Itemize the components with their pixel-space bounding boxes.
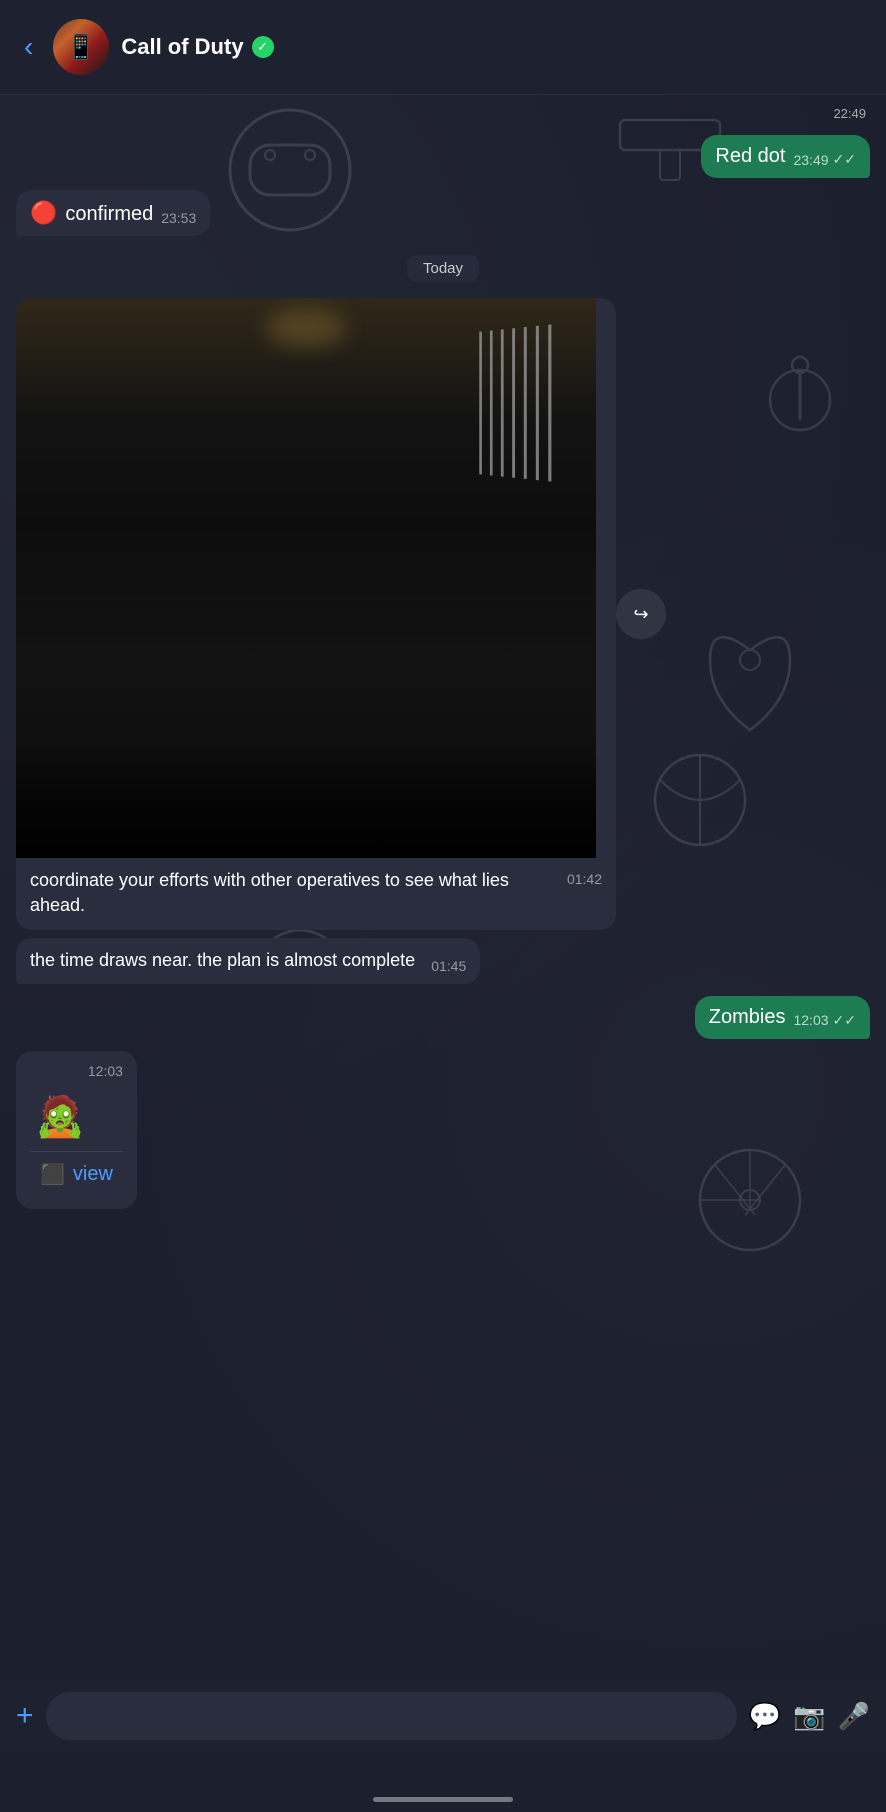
message-input[interactable] bbox=[46, 1692, 737, 1740]
bubble-time-confirmed: 23:53 bbox=[161, 210, 196, 226]
image-caption: 01:42 coordinate your efforts with other… bbox=[16, 858, 616, 930]
bubble-text-confirmed: confirmed bbox=[65, 203, 153, 226]
external-link-icon: ⬛ bbox=[40, 1162, 65, 1187]
home-indicator bbox=[373, 1797, 513, 1802]
share-icon: ↪ bbox=[633, 604, 648, 625]
bubble-red-dot: Red dot 23:49 ✓✓ bbox=[701, 135, 870, 178]
view-label[interactable]: view bbox=[73, 1163, 113, 1186]
msg-plan: the time draws near. the plan is almost … bbox=[16, 938, 870, 983]
mic-button[interactable]: 🎤 bbox=[838, 1701, 870, 1732]
avatar-image: 📱 bbox=[53, 19, 109, 75]
old-timestamp: 22:49 bbox=[16, 105, 870, 123]
double-check-red-dot: ✓✓ bbox=[833, 151, 856, 168]
plan-time: 01:45 bbox=[431, 958, 466, 974]
chat-title: Call of Duty bbox=[121, 34, 243, 60]
image-caption-text: coordinate your efforts with other opera… bbox=[30, 870, 509, 915]
bubble-meta-plan: 01:45 bbox=[431, 958, 466, 974]
date-label: Today bbox=[407, 255, 479, 282]
view-link[interactable]: ⬛ view bbox=[30, 1151, 123, 1197]
image-message-container: 01:42 coordinate your efforts with other… bbox=[16, 298, 616, 930]
bubble-confirmed: 🔴 confirmed 23:53 bbox=[16, 190, 210, 236]
message-image[interactable] bbox=[16, 298, 596, 858]
check-icon: ✓ bbox=[257, 39, 268, 55]
image-time: 01:42 bbox=[567, 870, 602, 890]
date-divider: Today bbox=[16, 260, 870, 278]
back-button[interactable]: ‹ bbox=[16, 23, 41, 71]
double-check-zombies: ✓✓ bbox=[833, 1012, 856, 1029]
header-title-area: Call of Duty ✓ bbox=[121, 34, 870, 60]
bubble-meta-red-dot: 23:49 ✓✓ bbox=[793, 151, 856, 168]
verified-badge: ✓ bbox=[252, 36, 274, 58]
emoji-button[interactable]: 💬 bbox=[749, 1701, 781, 1732]
bubble-plan: the time draws near. the plan is almost … bbox=[16, 938, 480, 983]
msg-image-wrapper: 01:42 coordinate your efforts with other… bbox=[16, 298, 616, 930]
zombies-time: 12:03 bbox=[793, 1012, 828, 1028]
input-bar: + 💬 📷 🎤 bbox=[0, 1680, 886, 1752]
chat-area: 22:49 Red dot 23:49 ✓✓ 🔴 confirmed 23:53… bbox=[0, 95, 886, 1223]
bubble-meta-confirmed: 23:53 bbox=[161, 210, 196, 226]
bubble-zombies: Zombies 12:03 ✓✓ bbox=[695, 996, 870, 1039]
sticker-time: 12:03 bbox=[88, 1063, 123, 1079]
bubble-meta-zombies: 12:03 ✓✓ bbox=[793, 1012, 856, 1029]
plan-text: the time draws near. the plan is almost … bbox=[30, 948, 415, 973]
msg-sticker: 12:03 🧟 ⬛ view bbox=[16, 1051, 870, 1209]
bubble-text-red-dot: Red dot bbox=[715, 145, 785, 168]
avatar: 📱 bbox=[53, 19, 109, 75]
sticker-container: 12:03 🧟 ⬛ view bbox=[16, 1051, 137, 1209]
sticker-header: 12:03 bbox=[30, 1063, 123, 1079]
msg-red-dot: Red dot 23:49 ✓✓ bbox=[16, 135, 870, 178]
zombies-text: Zombies bbox=[709, 1006, 786, 1029]
msg-confirmed: 🔴 confirmed 23:53 bbox=[16, 190, 870, 236]
bubble-time-red-dot: 23:49 bbox=[793, 152, 828, 168]
old-time-label: 22:49 bbox=[833, 106, 866, 121]
plus-button[interactable]: + bbox=[16, 1699, 34, 1733]
share-button[interactable]: ↪ bbox=[616, 589, 666, 639]
sticker-image: 🧟 bbox=[30, 1087, 90, 1147]
red-dot-emoji: 🔴 bbox=[30, 200, 57, 226]
chat-header: ‹ 📱 Call of Duty ✓ bbox=[0, 0, 886, 95]
camera-button[interactable]: 📷 bbox=[793, 1701, 825, 1732]
msg-zombies: Zombies 12:03 ✓✓ bbox=[16, 996, 870, 1039]
